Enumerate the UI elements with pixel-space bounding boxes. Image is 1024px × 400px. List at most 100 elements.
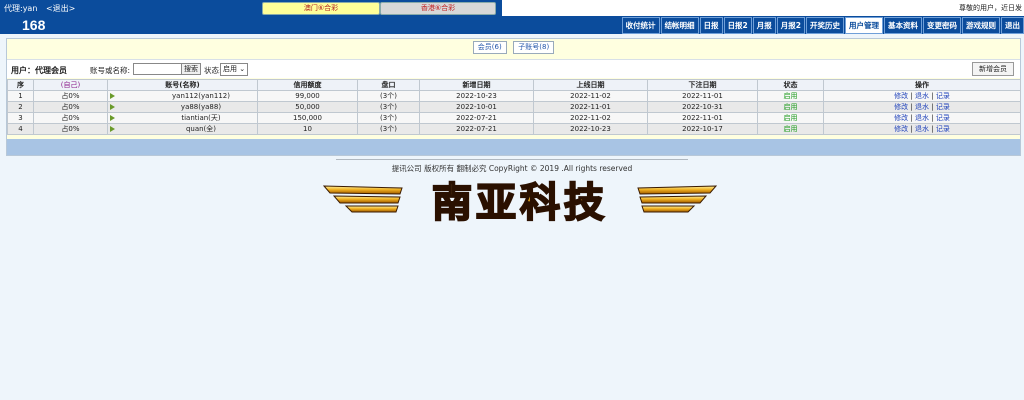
add-member-button[interactable]: 新增会员: [972, 62, 1014, 76]
record-link[interactable]: 记录: [936, 103, 950, 111]
row-created-date: 2022-10-01: [419, 101, 534, 113]
nav-item-1[interactable]: 结帐明细: [660, 17, 699, 34]
row-account[interactable]: tiantian(天): [107, 112, 258, 124]
row-created-date: 2022-07-21: [419, 123, 534, 135]
right-wing-shape: [637, 185, 718, 213]
row-status: 启用: [757, 101, 824, 113]
row-created-date: 2022-10-23: [419, 90, 534, 102]
logout-link[interactable]: <退出>: [46, 4, 75, 13]
row-share: 占0%: [33, 101, 108, 113]
nav-item-2[interactable]: 日报: [699, 17, 723, 34]
row-account[interactable]: yan112(yan112): [107, 90, 258, 102]
expand-arrow-icon[interactable]: [110, 104, 115, 110]
member-table: 序 (自己) 账号(名称) 信用额度 盘口 新增日期 上线日期 下注日期 状态 操作 1 占0% ya…: [7, 79, 1021, 135]
account-search-input[interactable]: [133, 63, 185, 75]
account-name: ya88(ya88): [180, 103, 222, 111]
action-separator: |: [910, 125, 913, 133]
column-header-0: 序: [7, 79, 34, 91]
column-header-2: 账号(名称): [107, 79, 258, 91]
table-footer-bar: [7, 139, 1020, 155]
column-header-1: (自己): [33, 79, 108, 91]
record-link[interactable]: 记录: [936, 114, 950, 122]
nav-item-5[interactable]: 月报2: [776, 17, 805, 34]
row-created-date: 2022-07-21: [419, 112, 534, 124]
record-link[interactable]: 记录: [936, 125, 950, 133]
row-online-date: 2022-11-01: [533, 101, 648, 113]
left-wing-shape: [322, 185, 403, 213]
expand-arrow-icon[interactable]: [110, 93, 115, 99]
edit-link[interactable]: 修改: [894, 92, 908, 100]
announcement-text: 尊敬的用户，近日发: [959, 4, 1022, 12]
user-type-label: 用户：代理会员: [11, 66, 67, 75]
row-online-date: 2022-11-02: [533, 90, 648, 102]
rebate-link[interactable]: 退水: [915, 114, 929, 122]
action-separator: |: [931, 103, 934, 111]
row-share: 占0%: [33, 123, 108, 135]
row-credit: 10: [257, 123, 358, 135]
nav-item-8[interactable]: 基本资料: [884, 17, 922, 34]
row-index: 3: [7, 112, 34, 124]
column-header-7: 下注日期: [647, 79, 758, 91]
row-index: 4: [7, 123, 34, 135]
rebate-link[interactable]: 退水: [915, 125, 929, 133]
member-tabs: 会员(6) 子账号(8): [7, 41, 1020, 55]
row-share: 占0%: [33, 90, 108, 102]
action-separator: |: [931, 92, 934, 100]
nav-item-0[interactable]: 收付统计: [621, 17, 660, 34]
row-account[interactable]: quan(全): [107, 123, 258, 135]
row-actions: 修改 | 退水 | 记录: [823, 101, 1021, 113]
nav-item-6[interactable]: 开奖历史: [806, 17, 844, 34]
nav-item-10[interactable]: 游戏规则: [962, 17, 1000, 34]
nav-item-11[interactable]: 退出: [1001, 17, 1024, 34]
column-header-3: 信用额度: [257, 79, 358, 91]
action-separator: |: [931, 125, 934, 133]
record-link[interactable]: 记录: [936, 92, 950, 100]
footer-divider: [336, 159, 688, 160]
row-actions: 修改 | 退水 | 记录: [823, 112, 1021, 124]
edit-link[interactable]: 修改: [894, 114, 908, 122]
row-credit: 150,000: [257, 112, 358, 124]
filter-bar: 用户：代理会员 账号或名称: 搜索 状态: 启用 ⌄ 新增会员: [7, 59, 1020, 78]
rebate-link[interactable]: 退水: [915, 103, 929, 111]
status-filter-select[interactable]: 启用 ⌄: [220, 63, 249, 76]
row-actions: 修改 | 退水 | 记录: [823, 90, 1021, 102]
account-name: quan(全): [185, 125, 217, 133]
nav-item-7[interactable]: 用户管理: [845, 17, 883, 34]
row-status: 启用: [757, 123, 824, 135]
row-plate: (3个): [357, 112, 420, 124]
edit-link[interactable]: 修改: [894, 125, 908, 133]
row-online-date: 2022-10-23: [533, 123, 648, 135]
logo-text: 南亚科技: [432, 180, 608, 226]
expand-arrow-icon[interactable]: [110, 115, 115, 121]
macau-lottery-button[interactable]: 澳门⑥合彩: [262, 2, 380, 15]
row-bet-date: 2022-11-01: [647, 112, 758, 124]
nav-item-4[interactable]: 月报: [752, 17, 776, 34]
nav-item-9[interactable]: 变更密码: [923, 17, 961, 34]
main-menu: 收付统计 结帐明细 日报 日报2 月报 月报2 开奖历史 用户管理 基本资料 变更密码 游戏规则 退出: [621, 17, 1024, 34]
nav-item-3[interactable]: 日报2: [723, 17, 752, 34]
main-nav-bar: 168 收付统计 结帐明细 日报 日报2 月报 月报2 开奖历史 用户管理 基本资料 变更密码 游戏…: [0, 16, 1024, 34]
column-header-5: 新增日期: [419, 79, 534, 91]
tab-members[interactable]: 会员(6): [472, 41, 507, 54]
account-name: tiantian(天): [181, 114, 221, 122]
action-separator: |: [910, 103, 913, 111]
tab-subaccounts[interactable]: 子账号(8): [513, 41, 555, 54]
hk-lottery-button[interactable]: 香港⑥合彩: [380, 2, 496, 15]
column-header-9: 操作: [823, 79, 1021, 91]
row-plate: (3个): [357, 90, 420, 102]
search-button[interactable]: 搜索: [181, 63, 201, 75]
top-bar: 代理:yan <退出> 澳门⑥合彩 香港⑥合彩 尊敬的用户，近日发: [0, 0, 1024, 16]
table-header-row: 序 (自己) 账号(名称) 信用额度 盘口 新增日期 上线日期 下注日期 状态 操作: [7, 79, 1021, 91]
user-management-panel: 会员(6) 子账号(8) 用户：代理会员 账号或名称: 搜索 状态: 启用 ⌄ …: [6, 38, 1021, 156]
row-account[interactable]: ya88(ya88): [107, 101, 258, 113]
column-header-8: 状态: [757, 79, 824, 91]
column-header-4: 盘口: [357, 79, 420, 91]
edit-link[interactable]: 修改: [894, 103, 908, 111]
agent-label: 代理:yan: [4, 4, 38, 13]
account-name: yan112(yan112): [172, 92, 230, 100]
rebate-link[interactable]: 退水: [915, 92, 929, 100]
chevron-down-icon: ⌄: [239, 65, 246, 73]
expand-arrow-icon[interactable]: [110, 126, 115, 132]
status-filter-value: 启用: [223, 65, 237, 73]
site-logo: 168: [22, 17, 46, 33]
